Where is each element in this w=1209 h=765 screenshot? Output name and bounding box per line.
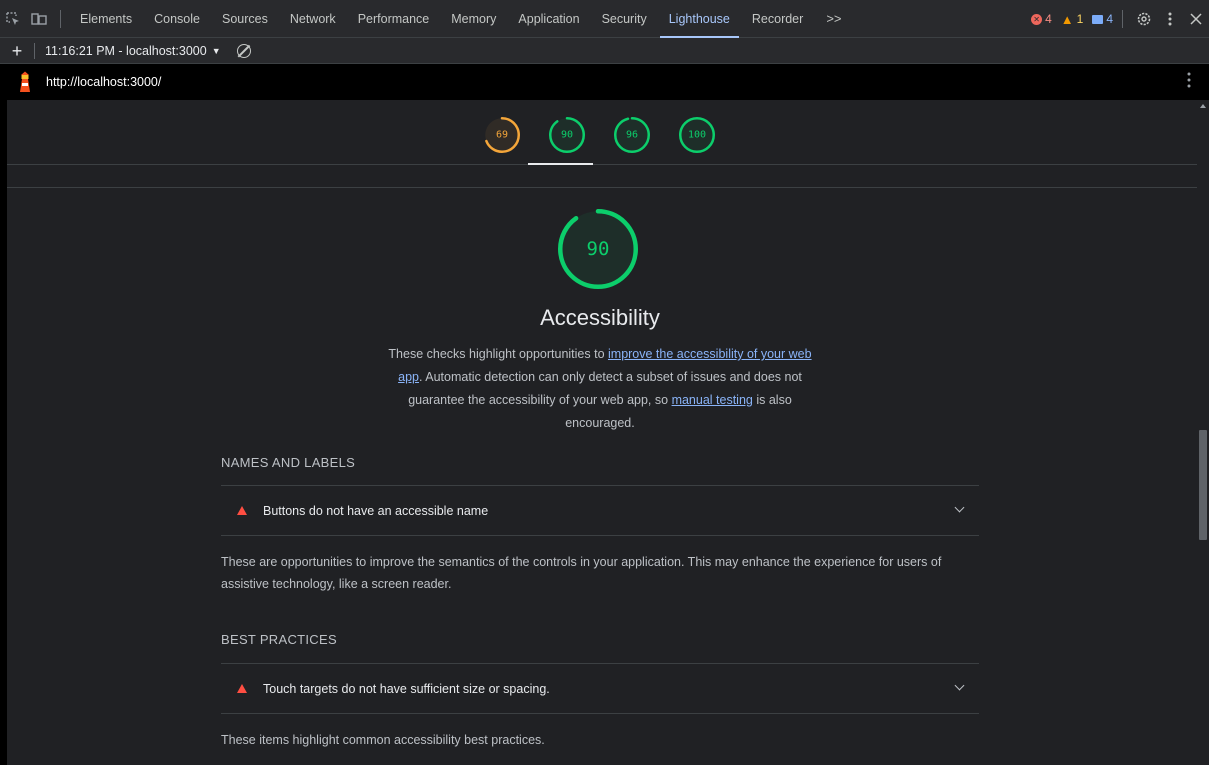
errors-count: 4	[1045, 12, 1052, 26]
error-icon: ✕	[1031, 13, 1043, 25]
chevron-down-icon	[954, 502, 965, 513]
warnings-counter[interactable]: ▲ 1	[1061, 12, 1084, 27]
section-divider	[7, 187, 1197, 188]
big-gauge-label: 90	[587, 238, 610, 260]
more-options-icon[interactable]	[1157, 0, 1183, 38]
tab-network[interactable]: Network	[279, 0, 347, 38]
scrollbar-thumb[interactable]	[1199, 430, 1207, 540]
small-gauge-label: 100	[688, 130, 706, 141]
audit-row-touch-targets[interactable]: Touch targets do not have sufficient siz…	[221, 663, 979, 714]
lighthouse-report: 69 90 96 100 90 Accessibility These chec…	[0, 100, 1197, 765]
fail-triangle-icon	[237, 684, 247, 693]
tab-lighthouse[interactable]: Lighthouse	[658, 0, 741, 38]
report-menu-icon[interactable]	[1187, 72, 1191, 94]
small-gauge-label: 96	[626, 130, 638, 141]
errors-counter[interactable]: ✕ 4	[1031, 12, 1052, 26]
tab-application[interactable]: Application	[507, 0, 590, 38]
vertical-scrollbar[interactable]	[1197, 100, 1209, 765]
group-description: These items highlight common accessibili…	[221, 733, 545, 747]
more-tabs-button[interactable]: >>	[814, 0, 853, 38]
group-title-best-practices: BEST PRACTICES	[221, 632, 337, 647]
new-report-plus-icon[interactable]: +	[0, 38, 34, 64]
chevron-down-icon	[954, 680, 965, 691]
score-gauges-header: 69 90 96 100	[7, 100, 1197, 165]
tab-elements[interactable]: Elements	[69, 0, 143, 38]
issues-count: 4	[1106, 12, 1113, 26]
group-description: These are opportunities to improve the s…	[221, 555, 942, 591]
toolbar-divider	[34, 42, 35, 59]
status-divider	[1122, 10, 1123, 28]
warnings-count: 1	[1076, 12, 1084, 26]
gauge-seo[interactable]: 100	[679, 117, 715, 153]
report-selector[interactable]: 11:16:21 PM - localhost:3000 ▼	[45, 44, 221, 58]
category-description: These checks highlight opportunities to …	[380, 343, 820, 435]
left-edge	[0, 100, 7, 765]
tab-memory[interactable]: Memory	[440, 0, 507, 38]
settings-gear-icon[interactable]	[1131, 0, 1157, 38]
gauge-performance[interactable]: 69	[484, 117, 520, 153]
small-gauge-label: 90	[561, 130, 573, 141]
tab-performance[interactable]: Performance	[347, 0, 441, 38]
manual-testing-link[interactable]: manual testing	[672, 393, 753, 407]
tab-sources[interactable]: Sources	[211, 0, 279, 38]
scroll-up-arrow-icon[interactable]	[1200, 104, 1206, 108]
tab-console[interactable]: Console	[143, 0, 211, 38]
gauge-accessibility[interactable]: 90	[549, 117, 585, 153]
warning-icon: ▲	[1060, 11, 1074, 27]
report-url[interactable]: http://localhost:3000/	[46, 75, 161, 89]
toolbar-divider	[60, 9, 61, 28]
report-url-bar: http://localhost:3000/	[0, 64, 1209, 100]
dropdown-caret-icon: ▼	[211, 45, 221, 56]
audit-title: Touch targets do not have sufficient siz…	[263, 681, 550, 696]
message-icon	[1092, 14, 1104, 24]
lighthouse-toolbar: + 11:16:21 PM - localhost:3000 ▼	[0, 38, 1209, 64]
small-gauge-label: 69	[496, 130, 508, 141]
category-title: Accessibility	[540, 305, 660, 330]
tab-security[interactable]: Security	[591, 0, 658, 38]
group-title-names-labels: NAMES AND LABELS	[221, 455, 356, 470]
clear-reports-icon[interactable]	[236, 43, 251, 58]
inspect-element-icon[interactable]	[0, 0, 26, 38]
report-selector-label: 11:16:21 PM - localhost:3000	[45, 43, 207, 58]
audit-title: Buttons do not have an accessible name	[263, 503, 489, 518]
lighthouse-logo-icon	[18, 71, 32, 93]
gauge-best-practices[interactable]: 96	[614, 117, 650, 153]
issues-counter[interactable]: 4	[1092, 12, 1113, 26]
close-devtools-icon[interactable]	[1183, 0, 1209, 38]
devtools-tabbar: Elements Console Sources Network Perform…	[0, 0, 1209, 38]
audit-row-button-name[interactable]: Buttons do not have an accessible name	[221, 485, 979, 536]
status-area: ✕ 4 ▲ 1 4	[1031, 0, 1209, 38]
accessibility-score-gauge: 90	[558, 209, 638, 289]
device-toolbar-icon[interactable]	[26, 0, 52, 38]
active-gauge-indicator	[528, 163, 593, 165]
tab-recorder[interactable]: Recorder	[741, 0, 814, 38]
fail-triangle-icon	[237, 506, 247, 515]
category-description-text: These checks highlight opportunities to	[388, 347, 608, 361]
